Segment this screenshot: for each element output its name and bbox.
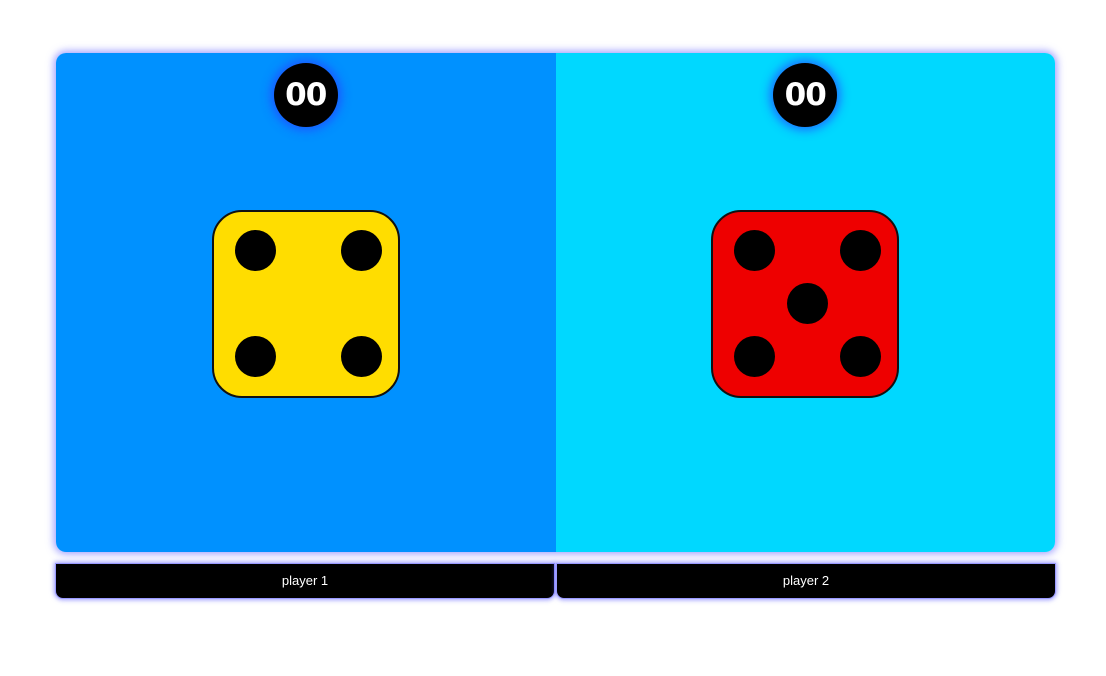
player-1-die[interactable] xyxy=(211,210,400,398)
player-2-die[interactable] xyxy=(711,210,900,398)
die-pip xyxy=(734,230,776,271)
die-pip xyxy=(234,230,276,271)
die-pip xyxy=(340,230,382,271)
player-labels: player 1 player 2 xyxy=(55,563,1056,599)
player-2-score: 00 xyxy=(773,63,838,127)
player-2-panel: 00 xyxy=(555,53,1055,552)
player-1-button[interactable]: player 1 xyxy=(55,563,555,599)
die-pip xyxy=(234,336,276,377)
die-pip xyxy=(840,336,882,377)
player-2-button[interactable]: player 2 xyxy=(556,563,1056,599)
player-1-panel: 00 xyxy=(56,53,556,552)
game-board: 00 00 xyxy=(56,53,1055,552)
die-pip xyxy=(840,230,882,271)
player-1-score: 00 xyxy=(273,63,338,127)
die-pip xyxy=(340,336,382,377)
die-pip xyxy=(734,336,776,377)
die-pip xyxy=(787,283,829,324)
